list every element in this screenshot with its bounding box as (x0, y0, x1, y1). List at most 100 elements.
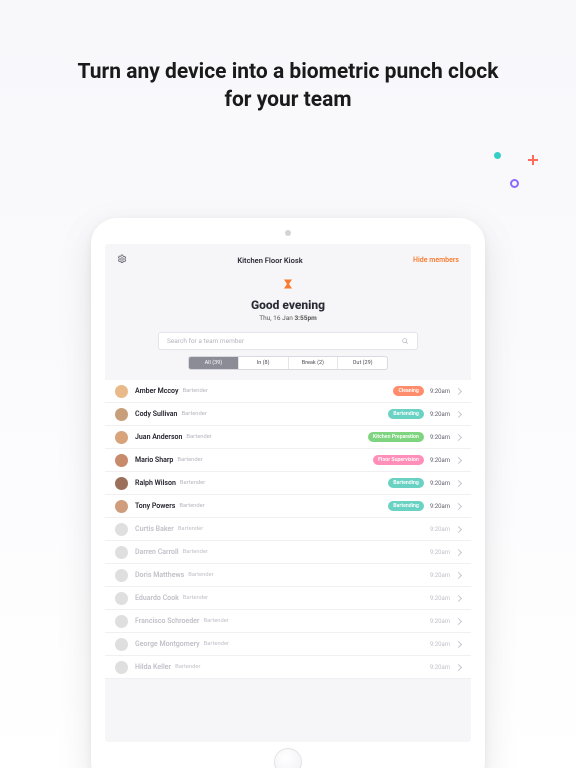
greeting-datetime: Thu, 16 Jan 3:55pm (105, 314, 471, 322)
member-row[interactable]: Curtis BakerBartender9:20am (105, 518, 471, 541)
hide-members-link[interactable]: Hide members (413, 256, 459, 264)
member-role: Bartender (179, 503, 204, 509)
status-badge: Floor Supervision (373, 455, 424, 465)
ring-icon (510, 179, 519, 188)
member-role: Bartender (204, 641, 229, 647)
avatar (115, 592, 128, 605)
chevron-right-icon (455, 640, 462, 647)
chevron-right-icon (455, 479, 462, 486)
filter-tab[interactable]: All (39) (189, 357, 239, 369)
clockin-time: 9:20am (430, 457, 450, 464)
member-role: Bartender (188, 572, 213, 578)
chevron-right-icon (455, 502, 462, 509)
clockin-time: 9:20am (430, 549, 450, 556)
dot-icon (494, 152, 501, 159)
clockin-time: 9:20am (430, 411, 450, 418)
topbar: Kitchen Floor Kiosk Hide members (105, 244, 471, 274)
member-name: George Montgomery (135, 640, 200, 648)
member-role: Bartender (203, 618, 228, 624)
member-name: Darren Carroll (135, 548, 179, 556)
member-name: Hilda Keller (135, 663, 171, 671)
member-row[interactable]: Tony Powers Bartender Bartending 9:20am (105, 495, 471, 518)
avatar (115, 523, 128, 536)
decorative-shapes (488, 152, 538, 202)
search-input[interactable]: Search for a team member (158, 332, 418, 350)
filter-segmented[interactable]: All (39)In (8)Break (2)Out (29) (188, 356, 388, 370)
search-placeholder: Search for a team member (167, 337, 244, 345)
clockin-time: 9:20am (430, 618, 450, 625)
member-row[interactable]: Francisco Schroeder Bartender 9:20am (105, 610, 471, 633)
member-row[interactable]: Amber MccoyBartenderCleaning9:20am (105, 380, 471, 403)
member-role: Bartender (186, 434, 211, 440)
avatar (115, 638, 128, 651)
chevron-right-icon (455, 617, 462, 624)
logo-icon (105, 278, 471, 292)
greeting-time: 3:55pm (294, 314, 316, 322)
filter-tab[interactable]: Break (2) (289, 357, 339, 369)
clockin-time: 9:20am (430, 503, 450, 510)
status-badge: Bartending (388, 501, 424, 511)
member-row[interactable]: Darren CarrollBartender9:20am (105, 541, 471, 564)
member-row[interactable]: Mario SharpBartenderFloor Supervision9:2… (105, 449, 471, 472)
chevron-right-icon (455, 410, 462, 417)
greeting-text: Good evening (105, 298, 471, 312)
avatar (115, 615, 128, 628)
status-badge: Bartending (388, 478, 424, 488)
clockin-time: 9:20am (430, 388, 450, 395)
member-role: Bartender (175, 664, 200, 670)
filter-tab[interactable]: In (8) (239, 357, 289, 369)
member-role: Bartender (182, 388, 207, 394)
member-name: Mario Sharp (135, 456, 173, 464)
avatar (115, 431, 128, 444)
filter-tab[interactable]: Out (29) (338, 357, 387, 369)
status-badge: Kitchen Preparation (368, 432, 424, 442)
chevron-right-icon (455, 571, 462, 578)
member-row[interactable]: Cody SullivanBartenderBartending9:20am (105, 403, 471, 426)
member-name: Doris Matthews (135, 571, 184, 579)
member-name: Eduardo Cook (135, 594, 179, 602)
chevron-right-icon (455, 663, 462, 670)
clockin-time: 9:20am (430, 434, 450, 441)
member-name: Ralph Wilson (135, 479, 176, 487)
member-role: Bartender (183, 595, 208, 601)
avatar (115, 385, 128, 398)
avatar (115, 546, 128, 559)
member-role: Bartender (180, 480, 205, 486)
member-row[interactable]: Hilda KellerBartender9:20am (105, 656, 471, 679)
clockin-time: 9:20am (430, 480, 450, 487)
chevron-right-icon (455, 548, 462, 555)
member-role: Bartender (181, 411, 206, 417)
chevron-right-icon (455, 525, 462, 532)
member-row[interactable]: Eduardo Cook Bartender 9:20am (105, 587, 471, 610)
member-name: Curtis Baker (135, 525, 174, 533)
hero-heading: Turn any device into a biometric punch c… (0, 0, 576, 115)
home-button-icon (274, 748, 302, 768)
clockin-time: 9:20am (430, 595, 450, 602)
gear-icon[interactable] (117, 254, 127, 266)
chevron-right-icon (455, 433, 462, 440)
member-row[interactable]: George Montgomery Bartender 9:20am (105, 633, 471, 656)
member-list: Amber MccoyBartenderCleaning9:20amCody S… (105, 380, 471, 679)
member-name: Cody Sullivan (135, 410, 177, 418)
avatar (115, 454, 128, 467)
member-name: Francisco Schroeder (135, 617, 199, 625)
hero-line2: for your team (224, 88, 351, 112)
member-row[interactable]: Juan Anderson Bartender Kitchen Preparatio… (105, 426, 471, 449)
plus-icon (528, 155, 538, 165)
member-row[interactable]: Ralph Wilson Bartender Bartending 9:20am (105, 472, 471, 495)
avatar (115, 408, 128, 421)
member-name: Tony Powers (135, 502, 175, 510)
clockin-time: 9:20am (430, 572, 450, 579)
greeting: Good evening Thu, 16 Jan 3:55pm (105, 298, 471, 322)
avatar (115, 500, 128, 513)
member-name: Juan Anderson (135, 433, 182, 441)
member-row[interactable]: Doris Matthews Bartender 9:20am (105, 564, 471, 587)
status-badge: Cleaning (393, 386, 423, 396)
clockin-time: 9:20am (430, 641, 450, 648)
chevron-right-icon (455, 594, 462, 601)
search-icon (401, 337, 409, 345)
avatar (115, 661, 128, 674)
clockin-time: 9:20am (430, 526, 450, 533)
hero-line1: Turn any device into a biometric punch c… (78, 60, 499, 84)
greeting-date: Thu, 16 Jan (259, 314, 294, 322)
